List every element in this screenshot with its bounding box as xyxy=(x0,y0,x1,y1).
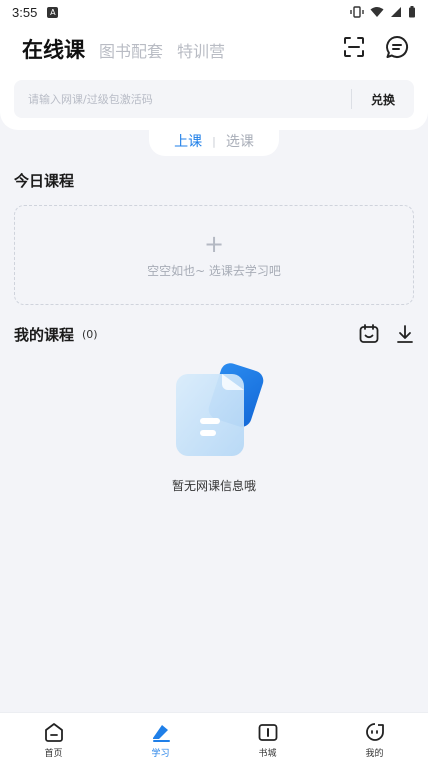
nav-bookstore[interactable]: 书城 xyxy=(214,713,321,760)
activation-code-input[interactable] xyxy=(14,80,351,118)
book-icon xyxy=(258,724,277,741)
header: 在线课 图书配套 特训营 兑换 xyxy=(0,24,428,130)
wifi-icon xyxy=(370,7,384,17)
empty-document-illustration xyxy=(176,363,264,456)
download-icon[interactable] xyxy=(394,323,416,345)
signal-icon xyxy=(391,7,401,17)
tab-book-companion[interactable]: 图书配套 xyxy=(99,38,163,62)
tab-training-camp[interactable]: 特训营 xyxy=(177,38,225,62)
today-courses-empty[interactable]: + 空空如也~ 选课去学习吧 xyxy=(14,205,414,305)
subtab-separator: | xyxy=(212,134,216,148)
calendar-icon[interactable] xyxy=(358,323,380,345)
my-courses-header: 我的课程 (0) xyxy=(14,323,414,345)
status-bar: 3:55 A xyxy=(0,0,428,24)
subtab-attend-class[interactable]: 上课 xyxy=(174,131,202,151)
nav-bookstore-label: 书城 xyxy=(258,749,277,759)
no-courses-text: 暂无网课信息哦 xyxy=(171,479,256,493)
message-icon[interactable] xyxy=(384,34,410,60)
activation-code-bar: 兑换 xyxy=(14,80,414,118)
subtab-select-course[interactable]: 选课 xyxy=(226,131,254,151)
bottom-nav: 首页 学习 书城 我的 xyxy=(0,712,428,760)
today-courses-title: 今日课程 xyxy=(14,172,75,190)
nav-study[interactable]: 学习 xyxy=(107,713,214,760)
nav-study-label: 学习 xyxy=(151,749,170,759)
my-courses-count: (0) xyxy=(82,327,98,341)
study-icon xyxy=(152,725,170,742)
nav-home[interactable]: 首页 xyxy=(0,713,107,760)
battery-icon xyxy=(409,6,415,18)
status-icons xyxy=(350,6,416,18)
redeem-button[interactable]: 兑换 xyxy=(352,91,414,108)
sub-tabs: 上课 | 选课 xyxy=(149,126,279,156)
profile-icon xyxy=(365,723,384,741)
home-icon xyxy=(44,723,63,742)
top-tabs: 在线课 图书配套 特训营 xyxy=(22,34,225,64)
tab-online-course[interactable]: 在线课 xyxy=(22,34,85,64)
nav-profile[interactable]: 我的 xyxy=(321,713,428,760)
notification-icon: A xyxy=(47,6,59,18)
nav-home-label: 首页 xyxy=(44,749,63,759)
status-time: 3:55 xyxy=(12,4,38,20)
today-empty-text: 空空如也~ 选课去学习吧 xyxy=(147,263,281,278)
vibrate-icon xyxy=(350,6,364,18)
add-icon[interactable]: + xyxy=(204,232,224,256)
my-courses-title: 我的课程 xyxy=(14,325,75,344)
scan-icon[interactable] xyxy=(341,34,367,60)
nav-profile-label: 我的 xyxy=(365,749,384,759)
